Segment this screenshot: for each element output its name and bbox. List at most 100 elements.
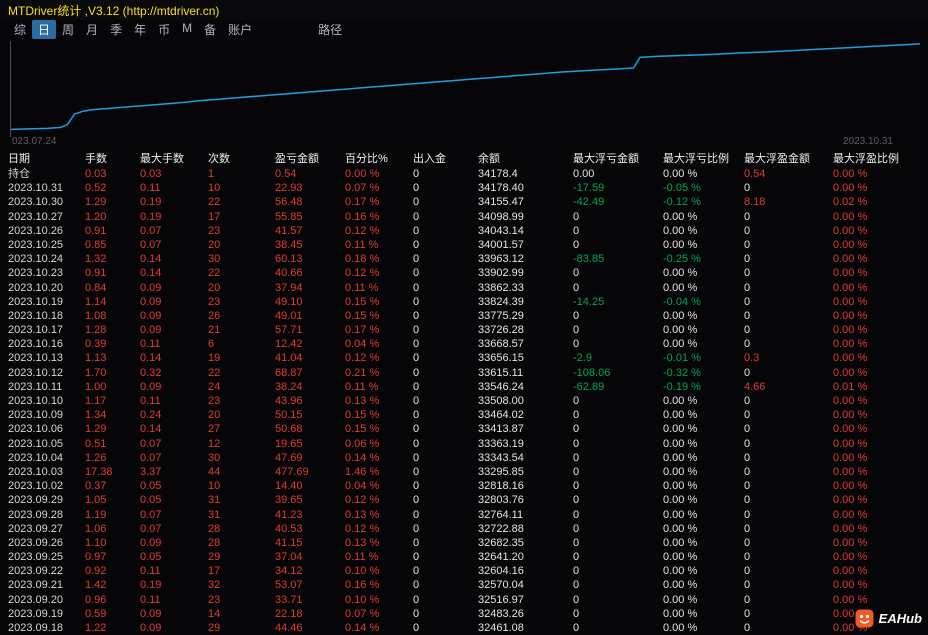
cell-count: 6 — [208, 338, 215, 351]
table-row[interactable]: 2023.10.27 1.20 0.19 17 55.85 0.16 % 0 34098.99… — [0, 210, 928, 224]
menu-item-1[interactable]: 综 — [8, 20, 32, 39]
table-row[interactable]: 2023.10.25 0.85 0.07 20 38.45 0.11 % 0 34001.57… — [0, 238, 928, 252]
cell-count: 22 — [208, 267, 221, 280]
column-header-deposit-withdrawal[interactable]: 出入金 — [413, 151, 478, 167]
table-row[interactable]: 2023.10.09 1.34 0.24 20 50.15 0.15 % 0 33464.02… — [0, 408, 928, 422]
menu-item-5[interactable]: 季 — [104, 20, 128, 39]
cell-max-lots: 0.09 — [140, 324, 162, 337]
menu-item-path[interactable]: 路径 — [312, 20, 348, 39]
cell-balance: 33668.57 — [478, 338, 524, 351]
column-header-max-float-loss-pct[interactable]: 最大浮亏比例 — [663, 151, 744, 167]
cell-pl-amount: 0.54 — [275, 168, 297, 180]
table-row[interactable]: 2023.09.22 0.92 0.11 17 34.12 0.10 % 0 32604.16… — [0, 564, 928, 578]
table-row[interactable]: 2023.10.17 1.28 0.09 21 57.71 0.17 % 0 33726.28… — [0, 323, 928, 337]
column-header-count[interactable]: 次数 — [208, 151, 275, 167]
cell-max-float-loss-pct: 0.00 % — [663, 480, 698, 493]
cell-max-float-profit: 0 — [744, 551, 751, 564]
table-row[interactable]: 2023.10.20 0.84 0.09 20 37.94 0.11 % 0 33862.33… — [0, 281, 928, 295]
stats-table: 日期 手数 最大手数 次数 盈亏金额 百分比% 出入金 余额 最大浮亏金额 最大浮亏比例 最大浮盈金… — [0, 151, 928, 635]
menu-item-9[interactable]: 备 — [198, 20, 222, 39]
table-row[interactable]: 2023.10.03 17.38 3.37 44 477.69 1.46 % 0 33295.… — [0, 465, 928, 479]
cell-max-lots: 0.09 — [140, 309, 162, 322]
column-header-max-float-profit-pct[interactable]: 最大浮盈比例 — [833, 151, 928, 167]
cell-percent: 0.17 % — [345, 196, 380, 209]
column-header-max-float-loss[interactable]: 最大浮亏金额 — [573, 151, 663, 167]
table-row[interactable]: 2023.10.31 0.52 0.11 10 22.93 0.07 % 0 34178.40… — [0, 181, 928, 195]
cell-balance: 33656.15 — [478, 352, 524, 365]
table-row[interactable]: 2023.09.19 0.59 0.09 14 22.18 0.07 % 0 32483.26… — [0, 607, 928, 621]
cell-max-float-profit-pct: 0.00 % — [833, 168, 868, 180]
cell-count: 12 — [208, 437, 221, 450]
cell-max-lots: 0.11 — [140, 182, 161, 195]
cell-date: 2023.10.11 — [8, 380, 63, 393]
column-header-max-float-profit[interactable]: 最大浮盈金额 — [744, 151, 833, 167]
menu-item-2[interactable]: 日 — [32, 19, 57, 39]
cell-max-float-profit-pct: 0.00 % — [833, 224, 868, 237]
table-row[interactable]: 2023.10.26 0.91 0.07 23 41.57 0.12 % 0 34043.14… — [0, 224, 928, 238]
cell-max-float-profit: 0 — [744, 281, 751, 294]
cell-balance: 33902.99 — [478, 267, 524, 280]
cell-pl-amount: 33.71 — [275, 593, 303, 606]
table-row[interactable]: 持仓 0.03 0.03 1 0.54 0.00 % 0 34178.4 0.00 0.00 % 0… — [0, 167, 928, 181]
cell-lots: 0.85 — [85, 238, 107, 251]
cell-max-float-loss: 0 — [573, 480, 580, 493]
table-row[interactable]: 2023.09.27 1.06 0.07 28 40.53 0.12 % 0 32722.88… — [0, 522, 928, 536]
table-row[interactable]: 2023.09.26 1.10 0.09 28 41.15 0.13 % 0 32682.35… — [0, 536, 928, 550]
table-row[interactable]: 2023.10.12 1.70 0.32 22 68.87 0.21 % 0 33615.11… — [0, 366, 928, 380]
table-row[interactable]: 2023.10.30 1.29 0.19 22 56.48 0.17 % 0 34155.47… — [0, 195, 928, 209]
cell-balance: 33775.29 — [478, 309, 524, 322]
table-row[interactable]: 2023.10.02 0.37 0.05 10 14.40 0.04 % 0 32818.16… — [0, 479, 928, 493]
table-row[interactable]: 2023.10.16 0.39 0.11 6 12.42 0.04 % 0 33668.57 0… — [0, 337, 928, 351]
column-header-pl-amount[interactable]: 盈亏金额 — [275, 151, 345, 167]
cell-lots: 0.59 — [85, 607, 107, 620]
cell-deposit-withdrawal: 0 — [413, 522, 420, 535]
cell-deposit-withdrawal: 0 — [413, 593, 420, 606]
column-header-percent[interactable]: 百分比% — [345, 151, 413, 167]
cell-deposit-withdrawal: 0 — [413, 536, 420, 549]
menu-item-4[interactable]: 月 — [80, 20, 104, 39]
table-row[interactable]: 2023.10.23 0.91 0.14 22 40.66 0.12 % 0 33902.99… — [0, 266, 928, 280]
table-row[interactable]: 2023.10.19 1.14 0.09 23 49.10 0.15 % 0 33824.39… — [0, 295, 928, 309]
table-row[interactable]: 2023.10.04 1.26 0.07 30 47.69 0.14 % 0 33343.54… — [0, 451, 928, 465]
cell-balance: 34178.40 — [478, 182, 524, 195]
table-row[interactable]: 2023.10.13 1.13 0.14 19 41.04 0.12 % 0 33656.15… — [0, 351, 928, 365]
table-row[interactable]: 2023.10.18 1.08 0.09 26 49.01 0.15 % 0 33775.29… — [0, 309, 928, 323]
menu-item-8[interactable]: M — [176, 20, 198, 39]
table-row[interactable]: 2023.10.10 1.17 0.11 23 43.96 0.13 % 0 33508.00… — [0, 394, 928, 408]
table-row[interactable]: 2023.09.21 1.42 0.19 32 53.07 0.16 % 0 32570.04… — [0, 578, 928, 592]
cell-max-float-profit: 0 — [744, 295, 751, 308]
cell-lots: 0.91 — [85, 267, 107, 280]
cell-max-float-loss-pct: 0.00 % — [663, 168, 698, 180]
column-header-date[interactable]: 日期 — [8, 151, 85, 167]
column-header-lots[interactable]: 手数 — [85, 151, 140, 167]
eahub-watermark[interactable]: EAHub — [855, 609, 922, 628]
table-row[interactable]: 2023.10.05 0.51 0.07 12 19.65 0.06 % 0 33363.19… — [0, 437, 928, 451]
table-row[interactable]: 2023.10.06 1.29 0.14 27 50.68 0.15 % 0 33413.87… — [0, 422, 928, 436]
cell-max-lots: 0.09 — [140, 295, 162, 308]
cell-lots: 1.20 — [85, 210, 107, 223]
cell-max-float-loss: 0 — [573, 281, 580, 294]
menu-item-6[interactable]: 年 — [128, 20, 152, 39]
column-header-balance[interactable]: 余额 — [478, 151, 573, 167]
table-row[interactable]: 2023.09.20 0.96 0.11 23 33.71 0.10 % 0 32516.97… — [0, 593, 928, 607]
cell-date: 2023.10.03 — [8, 465, 64, 478]
table-row[interactable]: 2023.10.11 1.00 0.09 24 38.24 0.11 % 0 33546.24… — [0, 380, 928, 394]
cell-max-lots: 0.05 — [140, 551, 162, 564]
menu-item-3[interactable]: 周 — [56, 20, 80, 39]
cell-max-float-loss-pct: 0.00 % — [663, 565, 698, 578]
cell-max-float-profit: 0 — [744, 338, 751, 351]
table-row[interactable]: 2023.09.29 1.05 0.05 31 39.65 0.12 % 0 32803.76… — [0, 493, 928, 507]
table-row[interactable]: 2023.09.25 0.97 0.05 29 37.04 0.11 % 0 32641.20… — [0, 550, 928, 564]
cell-max-float-loss: 0 — [573, 437, 580, 450]
table-row[interactable]: 2023.10.24 1.32 0.14 30 60.13 0.18 % 0 33963.12… — [0, 252, 928, 266]
cell-max-float-loss-pct: 0.00 % — [663, 607, 698, 620]
cell-max-float-loss: 0 — [573, 494, 580, 507]
table-row[interactable]: 2023.09.28 1.19 0.07 31 41.23 0.13 % 0 32764.11… — [0, 508, 928, 522]
chart-end-date-label: 2023.10.31 — [842, 136, 893, 147]
cell-max-float-loss-pct: -0.19 % — [663, 380, 701, 393]
menu-item-10[interactable]: 账户 — [222, 20, 258, 39]
menu-item-7[interactable]: 币 — [152, 20, 176, 39]
cell-count: 10 — [208, 480, 221, 493]
column-header-max-lots[interactable]: 最大手数 — [140, 151, 208, 167]
cell-pl-amount: 50.68 — [275, 423, 303, 436]
